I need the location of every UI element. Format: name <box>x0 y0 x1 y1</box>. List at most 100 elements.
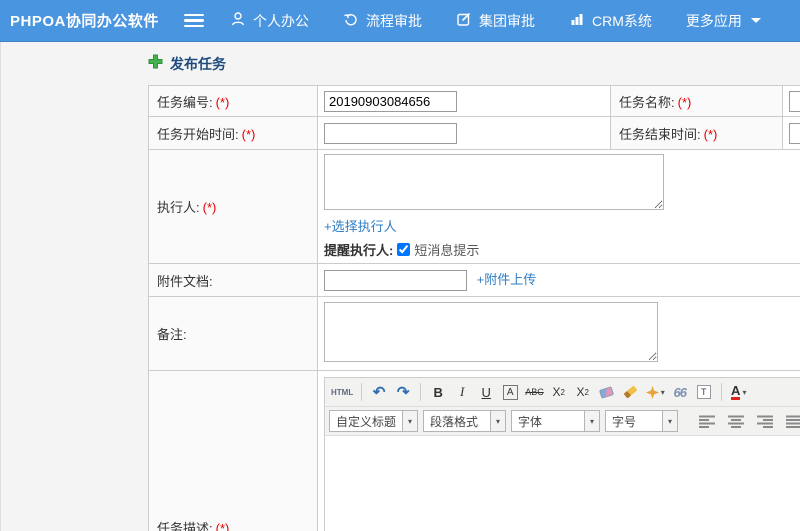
publish-task-form: 任务编号:(*) 任务名称:(*) 任务开始时间:(*) <box>148 85 800 531</box>
editor-toolbar-row-2: 自定义标题 ▾ 段落格式 ▾ 字体 ▾ 字号 ▾ <box>325 407 800 436</box>
bold-button[interactable]: B <box>427 381 449 403</box>
remark-value-cell <box>317 296 800 371</box>
remove-format-button[interactable] <box>596 381 618 403</box>
field-label: 备注: <box>157 327 187 342</box>
main-content: 发布任务 任务编号:(*) 任务名称:(*) 任务开始时 <box>1 42 800 531</box>
font-family-select[interactable]: 字体 ▾ <box>511 410 601 432</box>
start-time-value-cell <box>317 116 611 150</box>
alignment-group <box>697 410 800 432</box>
align-left-button[interactable] <box>697 410 717 432</box>
format-brush-button[interactable] <box>620 381 642 403</box>
start-time-label-cell: 任务开始时间: (*) <box>148 116 318 150</box>
underline-button[interactable]: U <box>475 381 497 403</box>
custom-title-select[interactable]: 自定义标题 ▾ <box>329 410 419 432</box>
caret-down-icon: ▾ <box>742 387 747 397</box>
undo-button[interactable]: ↶ <box>368 381 390 403</box>
font-color-button[interactable]: A ▾ <box>728 381 750 403</box>
field-label: 执行人: <box>157 200 200 215</box>
caret-down-icon <box>750 18 761 23</box>
executor-value-cell: +选择执行人 提醒执行人: 短消息提示 <box>317 149 800 264</box>
page-title-row: 发布任务 <box>148 54 800 74</box>
task-number-input[interactable] <box>324 90 457 112</box>
clipboard-icon: T <box>696 385 711 399</box>
color-a-glyph: A <box>731 383 741 400</box>
caret-down-icon: ▾ <box>584 411 600 431</box>
editor-content-area[interactable] <box>325 436 800 531</box>
paragraph-format-select[interactable]: 段落格式 ▾ <box>423 410 507 432</box>
sms-remind-checkbox[interactable] <box>397 243 411 256</box>
caret-down-icon: ▾ <box>660 387 665 397</box>
required-mark: (*) <box>677 94 692 110</box>
sup-x: X <box>552 385 561 399</box>
nav-process-approval[interactable]: 流程审批 <box>343 11 422 31</box>
required-mark: (*) <box>703 126 718 142</box>
sub-2: 2 <box>584 387 589 397</box>
nav-more-apps[interactable]: 更多应用 <box>686 11 761 31</box>
start-time-input[interactable] <box>324 122 457 144</box>
font-style-button[interactable]: A <box>499 381 521 403</box>
caret-down-icon: ▾ <box>402 411 418 431</box>
required-mark: (*) <box>241 126 256 142</box>
italic-button[interactable]: I <box>451 381 473 403</box>
description-value-cell: HTML ↶ ↷ B I U A ABC X2 X2 ▾ 66 T A ▾ 自定… <box>317 370 800 531</box>
strikethrough-button[interactable]: ABC <box>523 381 546 403</box>
select-label: 字号 <box>612 414 637 429</box>
align-center-button[interactable] <box>726 410 746 432</box>
field-label: 任务结束时间: <box>619 126 701 142</box>
remark-textarea[interactable] <box>324 302 658 362</box>
sms-remind-label: 短消息提示 <box>414 243 480 258</box>
toolbar-separator <box>361 383 363 401</box>
task-number-value-cell <box>317 85 611 117</box>
executor-label-cell: 执行人: (*) <box>148 149 318 264</box>
paste-from-word-button[interactable]: T <box>693 381 715 403</box>
executor-textarea[interactable] <box>324 154 664 210</box>
attachment-upload-link[interactable]: +附件上传 <box>477 272 537 287</box>
caret-down-icon: ▾ <box>662 411 678 431</box>
end-time-value-cell <box>782 116 800 150</box>
select-label: 字体 <box>518 414 543 429</box>
field-label: 任务描述: <box>157 520 213 531</box>
task-name-label-cell: 任务名称: (*) <box>610 85 783 117</box>
caret-down-icon: ▾ <box>490 411 506 431</box>
field-label: 附件文档: <box>157 273 213 289</box>
page-title: 发布任务 <box>170 56 226 72</box>
task-name-value-cell <box>782 85 800 117</box>
font-size-select[interactable]: 字号 ▾ <box>605 410 679 432</box>
plus-icon <box>148 54 163 74</box>
nav-label: 流程审批 <box>366 12 422 29</box>
subscript-button[interactable]: X2 <box>572 381 594 403</box>
select-label: 自定义标题 <box>336 414 397 429</box>
app-logo: PHPOA协同办公软件 <box>10 13 159 30</box>
sup-2: 2 <box>560 387 565 397</box>
redo-button[interactable]: ↷ <box>392 381 414 403</box>
align-right-icon <box>757 415 774 428</box>
blockquote-button[interactable]: 66 <box>669 381 691 403</box>
edit-icon <box>456 11 472 30</box>
menu-toggle-icon[interactable] <box>184 13 204 28</box>
align-right-button[interactable] <box>755 410 775 432</box>
process-icon <box>343 11 359 30</box>
toolbar-separator <box>720 383 722 401</box>
auto-typeset-button[interactable]: ▾ <box>644 381 667 403</box>
align-justify-button[interactable] <box>784 410 800 432</box>
choose-executor-link[interactable]: +选择执行人 <box>324 219 397 234</box>
source-code-button[interactable]: HTML <box>329 381 355 403</box>
task-number-label-cell: 任务编号: (*) <box>148 85 318 117</box>
align-justify-icon <box>786 415 800 428</box>
sub-x: X <box>576 385 585 399</box>
wand-icon <box>645 385 659 399</box>
nav-label: 集团审批 <box>479 12 535 29</box>
task-name-input[interactable] <box>789 90 800 112</box>
end-time-input[interactable] <box>789 122 800 144</box>
superscript-button[interactable]: X2 <box>548 381 570 403</box>
nav-group-approval[interactable]: 集团审批 <box>456 11 535 31</box>
font-box-glyph: A <box>502 384 518 400</box>
remark-label-cell: 备注: <box>148 296 318 371</box>
nav-crm-system[interactable]: CRM系统 <box>569 11 652 31</box>
brush-icon <box>623 385 638 399</box>
nav-personal-office[interactable]: 个人办公 <box>230 11 309 31</box>
attachment-value-cell: +附件上传 <box>317 263 800 297</box>
required-mark: (*) <box>215 520 230 531</box>
attachment-input[interactable] <box>324 270 467 292</box>
remind-executor-label: 提醒执行人: <box>324 243 394 258</box>
